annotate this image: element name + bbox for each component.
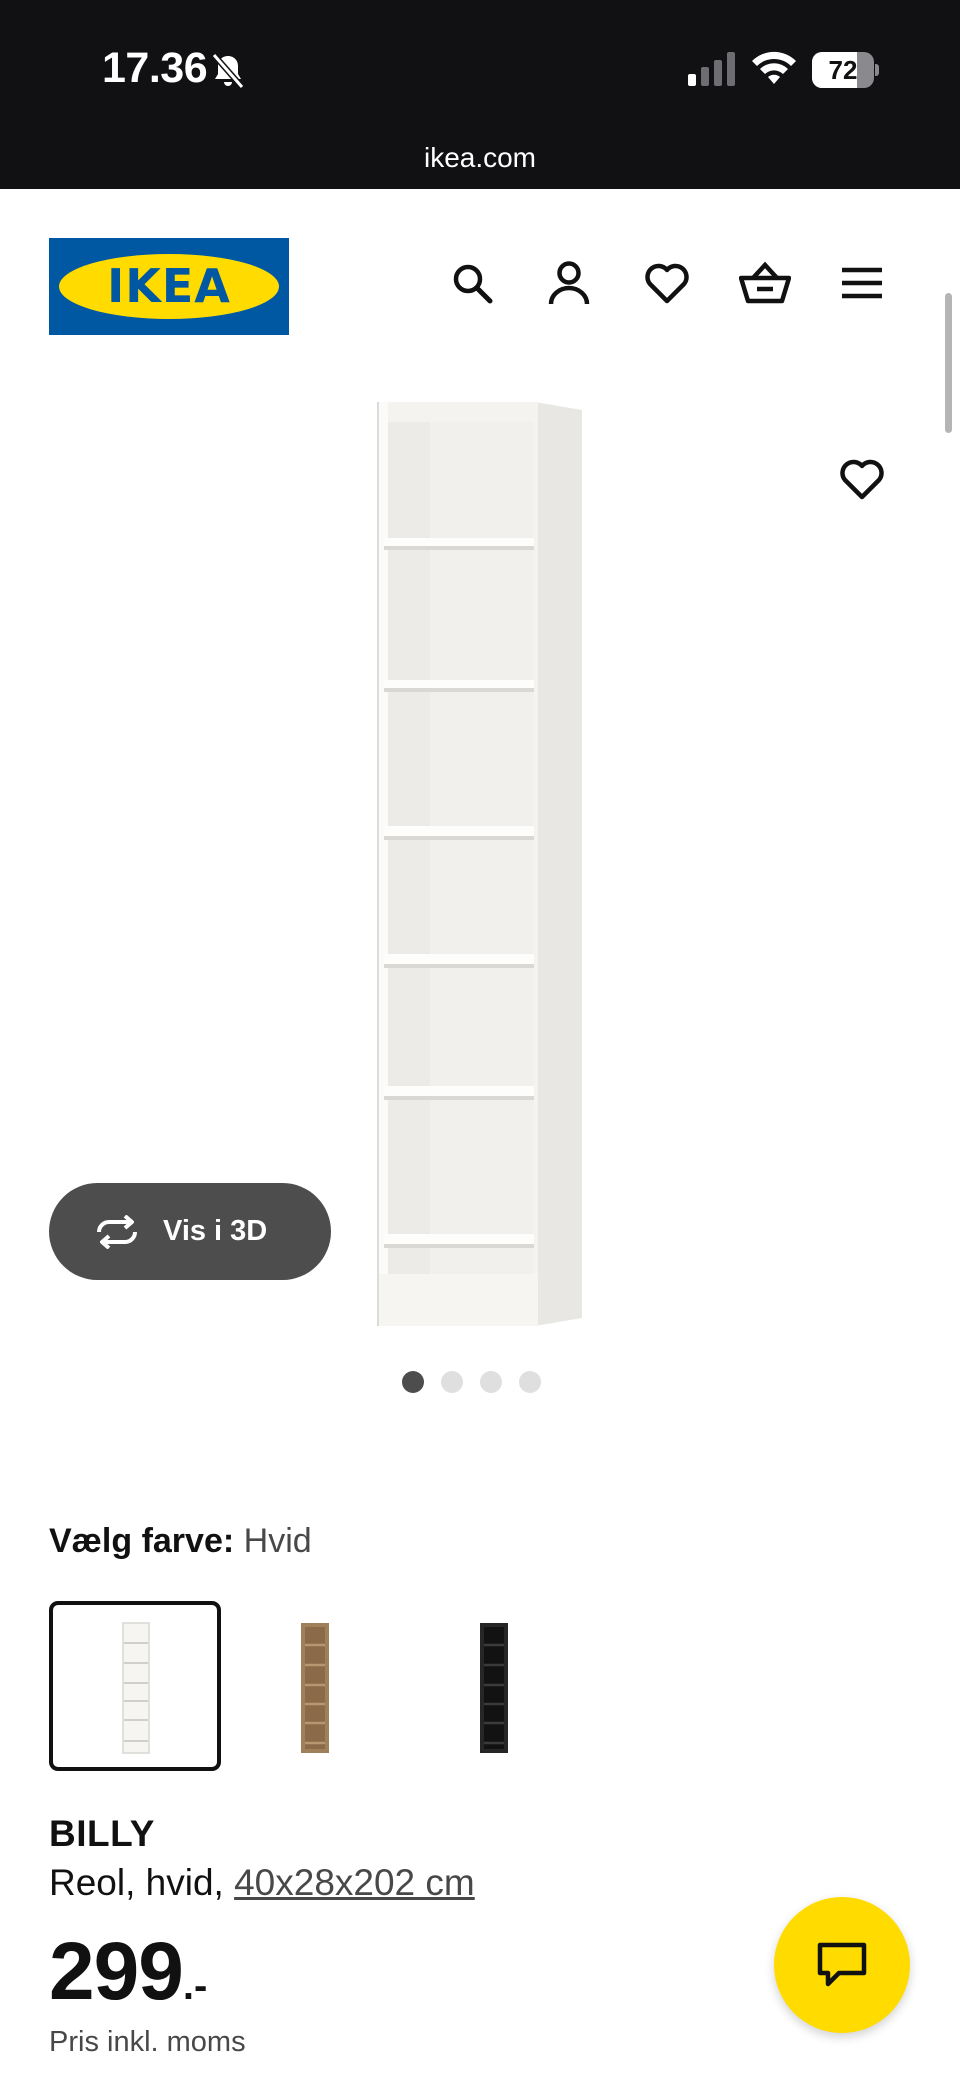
search-icon[interactable] [446, 257, 498, 309]
account-icon[interactable] [543, 257, 595, 309]
status-bar: 17.36 72 ikea.com [0, 0, 960, 189]
product-description-text: Reol, hvid, [49, 1862, 235, 1903]
price-note: Pris inkl. moms [49, 2026, 246, 2058]
rotate-3d-icon [97, 1214, 137, 1249]
save-to-favourites-heart-icon[interactable] [836, 453, 888, 505]
clock: 17.36 [102, 44, 208, 92]
color-selected-value: Hvid [243, 1522, 312, 1560]
product-description: Reol, hvid, 40x28x202 cm [49, 1862, 475, 1904]
battery-icon: 72 [812, 52, 879, 88]
color-swatch-white[interactable] [49, 1601, 221, 1771]
scrollbar[interactable] [945, 293, 952, 433]
view-in-3d-label: Vis i 3D [163, 1215, 268, 1247]
ikea-logo[interactable]: IKEA [49, 238, 289, 335]
product-price: 299.- [49, 1925, 207, 2019]
cellular-signal-icon [688, 52, 735, 86]
gallery-pagination [402, 1371, 541, 1393]
address-bar-url[interactable]: ikea.com [0, 142, 960, 174]
battery-level: 72 [828, 55, 858, 85]
price-value: 299 [49, 1926, 184, 2017]
product-dimensions-link[interactable]: 40x28x202 cm [234, 1862, 475, 1903]
gallery-dot[interactable] [519, 1371, 541, 1393]
chat-icon [817, 1942, 867, 1987]
menu-icon[interactable] [836, 257, 888, 309]
product-image[interactable] [370, 398, 620, 1328]
heart-icon[interactable] [641, 257, 693, 309]
bell-muted-icon [211, 53, 245, 89]
color-label: Vælg farve: [49, 1522, 235, 1560]
price-suffix: .- [182, 1964, 208, 2008]
view-in-3d-button[interactable]: Vis i 3D [49, 1183, 331, 1280]
color-selector-label: Vælg farve: Hvid [49, 1522, 312, 1561]
chat-button[interactable] [774, 1897, 910, 2033]
gallery-dot[interactable] [441, 1371, 463, 1393]
basket-icon[interactable] [739, 257, 791, 309]
color-swatch-oak[interactable] [228, 1601, 400, 1771]
color-swatch-black[interactable] [407, 1601, 579, 1771]
gallery-dot[interactable] [480, 1371, 502, 1393]
logo-text: IKEA [107, 259, 231, 313]
gallery-dot[interactable] [402, 1371, 424, 1393]
wifi-icon [752, 51, 796, 84]
product-name: BILLY [49, 1813, 155, 1854]
